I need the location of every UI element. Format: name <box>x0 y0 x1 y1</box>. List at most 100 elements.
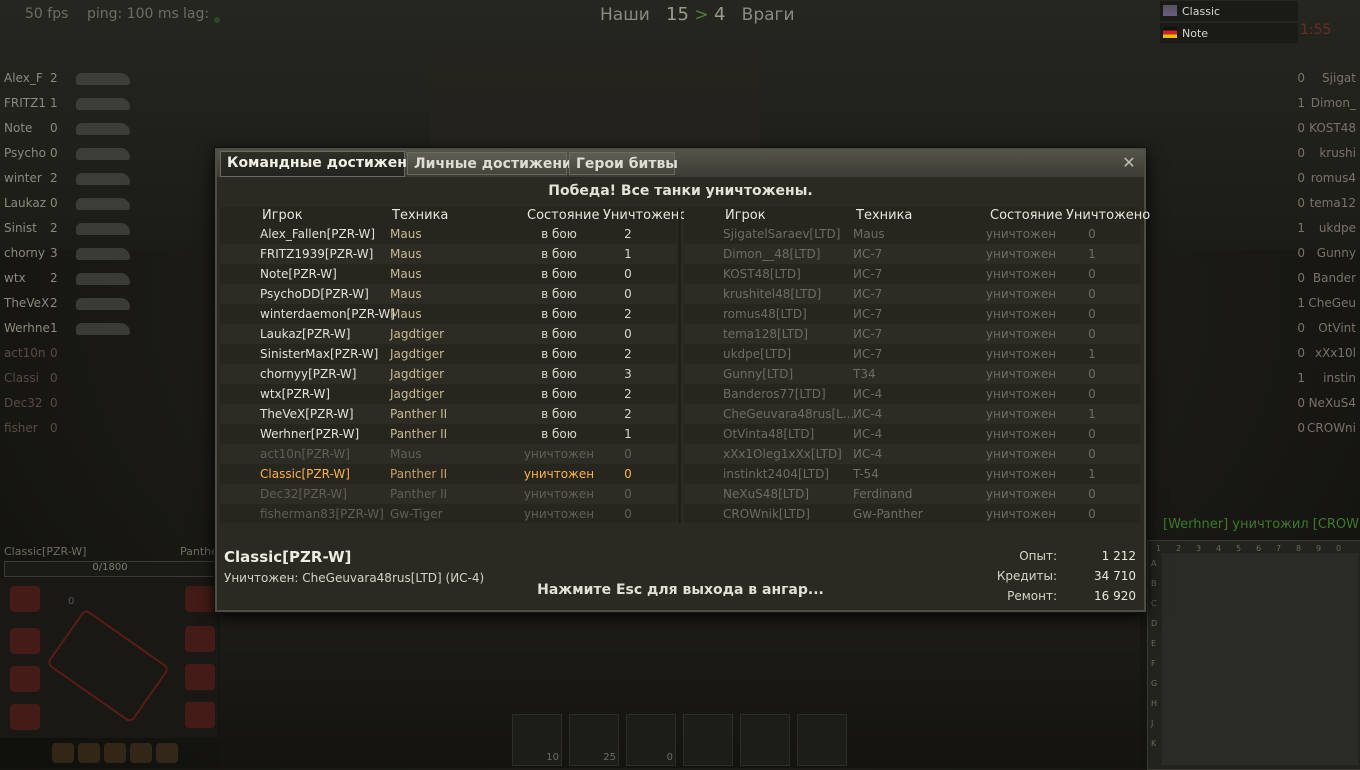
table-row: FRITZ1939[PZR-W] Maus в бою 1 <box>220 244 676 264</box>
tab-personal-achievements[interactable]: Личные достижения <box>407 152 581 175</box>
table-row: ukdpe[LTD] ИС-7 уничтожен 1 <box>684 344 1140 364</box>
tab-team-achievements[interactable]: Командные достижения <box>220 151 426 177</box>
team-player-frags: 2 <box>50 296 58 310</box>
table-row: fisherman83[PZR-W] Gw-Tiger уничтожен 0 <box>220 504 676 524</box>
row-player: ukdpe[LTD] <box>723 347 792 361</box>
table-row: winterdaemon[PZR-W] Maus в бою 2 <box>220 304 676 324</box>
row-status: в бою <box>541 427 577 441</box>
team-list-item: chorny 3 <box>0 240 215 265</box>
row-player: CheGeuvara48rus[L... <box>723 407 855 421</box>
row-vehicle: Panther II <box>390 407 448 421</box>
minimap-row-label: H <box>1151 699 1158 708</box>
team-player-name: Bander <box>1312 271 1356 285</box>
battle-results-dialog: Командные достижения Личные достижения Г… <box>215 148 1150 612</box>
row-kills: 0 <box>624 487 632 501</box>
team-list-item: Gunny 0 <box>1240 240 1360 265</box>
tab-battle-heroes[interactable]: Герои битвы <box>569 152 678 175</box>
team-player-name: Note <box>4 121 33 135</box>
crew-loader-icon <box>156 743 178 763</box>
row-kills: 0 <box>1088 367 1096 381</box>
row-player: OtVinta48[LTD] <box>723 427 815 441</box>
crew-commander-icon <box>52 743 74 763</box>
close-icon[interactable]: ✕ <box>1120 154 1138 172</box>
minimap[interactable]: 1 2 3 4 5 6 7 8 9 0 A B C D E F G H J K <box>1147 540 1360 770</box>
row-player: Dec32[PZR-W] <box>260 487 347 501</box>
minimap-column-label: 9 <box>1316 544 1322 553</box>
clan-emblem-icon <box>1163 5 1177 16</box>
team-list-item: Alex_F 2 <box>0 65 215 90</box>
allies-label: Наши <box>600 5 650 25</box>
col-kills: Уничтожено <box>1066 208 1151 223</box>
team-player-frags: 0 <box>1297 346 1305 360</box>
track-icon <box>10 704 40 730</box>
table-row: TheVeX[PZR-W] Panther II в бою 2 <box>220 404 676 424</box>
gun-icon <box>10 666 40 692</box>
counter-value: 0 <box>68 596 75 607</box>
row-kills: 0 <box>1088 487 1096 501</box>
table-divider <box>678 207 681 523</box>
ammo-count: 10 <box>546 752 559 763</box>
team-list-item: winter 2 <box>0 165 215 190</box>
medkit-slot[interactable] <box>797 714 847 766</box>
row-status: уничтожен <box>985 347 1057 361</box>
team-list-item: Sinist 2 <box>0 215 215 240</box>
row-kills: 0 <box>1088 327 1096 341</box>
ammo-slot-he[interactable]: 0 <box>626 714 676 766</box>
table-row: CheGeuvara48rus[L... ИС-4 уничтожен 1 <box>684 404 1140 424</box>
row-kills: 0 <box>1088 307 1096 321</box>
team-player-name: KOST48 <box>1309 121 1356 135</box>
team-player-name: xXx10l <box>1314 346 1356 360</box>
team-player-frags: 0 <box>50 346 58 360</box>
row-kills: 1 <box>1088 467 1096 481</box>
team-player-frags: 1 <box>50 96 58 110</box>
row-kills: 0 <box>1088 267 1096 281</box>
team-player-name: ukdpe <box>1318 221 1356 235</box>
ammo-slot-apcr[interactable]: 25 <box>569 714 619 766</box>
row-status: уничтожен <box>985 507 1057 521</box>
stat-label-repair: Ремонт: <box>1007 589 1057 603</box>
crew-gunner-icon <box>78 743 100 763</box>
table-row: xXx1Oleg1xXx[LTD] ИС-4 уничтожен 0 <box>684 444 1140 464</box>
esc-hint: Нажмите Esc для выхода в ангар... <box>537 582 824 598</box>
team-player-frags: 1 <box>1297 96 1305 110</box>
stat-value-repair: 16 920 <box>1094 589 1136 603</box>
team-list-item: Werhne 1 <box>0 315 215 340</box>
table-row: romus48[LTD] ИС-7 уничтожен 0 <box>684 304 1140 324</box>
fire-extinguisher-slot[interactable] <box>683 714 733 766</box>
row-vehicle: ИС-7 <box>853 247 883 261</box>
team-player-frags: 1 <box>1297 371 1305 385</box>
table-row: instinkt2404[LTD] T-54 уничтожен 1 <box>684 464 1140 484</box>
row-kills: 2 <box>624 307 632 321</box>
minimap-column-label: 5 <box>1236 544 1242 553</box>
team-player-name: FRITZ1 <box>4 96 46 110</box>
team-list-item: xXx10l 0 <box>1240 340 1360 365</box>
team-list-item: tema12 0 <box>1240 190 1360 215</box>
minimap-row-label: C <box>1151 599 1157 608</box>
row-kills: 0 <box>624 267 632 281</box>
battle-timer: 1:55 <box>1300 22 1332 38</box>
team-list-item: Sjigat 0 <box>1240 65 1360 90</box>
table-row: PsychoDD[PZR-W] Maus в бою 0 <box>220 284 676 304</box>
team-player-name: CROWni <box>1307 421 1356 435</box>
row-player: SinisterMax[PZR-W] <box>260 347 379 361</box>
row-status: уничтожен <box>985 407 1057 421</box>
stat-value-credits: 34 710 <box>1094 569 1136 583</box>
table-row: tema128[LTD] ИС-7 уничтожен 0 <box>684 324 1140 344</box>
table-row: SinisterMax[PZR-W] Jagdtiger в бою 2 <box>220 344 676 364</box>
team-list-item: CheGeu 1 <box>1240 290 1360 315</box>
row-status: уничтожен <box>985 467 1057 481</box>
team-player-frags: 0 <box>50 421 58 435</box>
repair-kit-slot[interactable] <box>740 714 790 766</box>
team-player-frags: 0 <box>1297 196 1305 210</box>
row-vehicle: ИС-4 <box>853 427 883 441</box>
row-kills: 0 <box>624 467 632 481</box>
platoon-member-name: Note <box>1182 27 1209 40</box>
row-status: уничтожен <box>985 227 1057 241</box>
row-player: Note[PZR-W] <box>260 267 337 281</box>
ammo-slot-ap[interactable]: 10 <box>512 714 562 766</box>
row-vehicle: Gw-Panther <box>853 507 923 521</box>
minimap-field[interactable] <box>1162 553 1358 765</box>
lag-indicator-icon <box>214 17 220 23</box>
minimap-column-label: 3 <box>1196 544 1202 553</box>
platoon-member-name: Classic <box>1182 5 1221 18</box>
